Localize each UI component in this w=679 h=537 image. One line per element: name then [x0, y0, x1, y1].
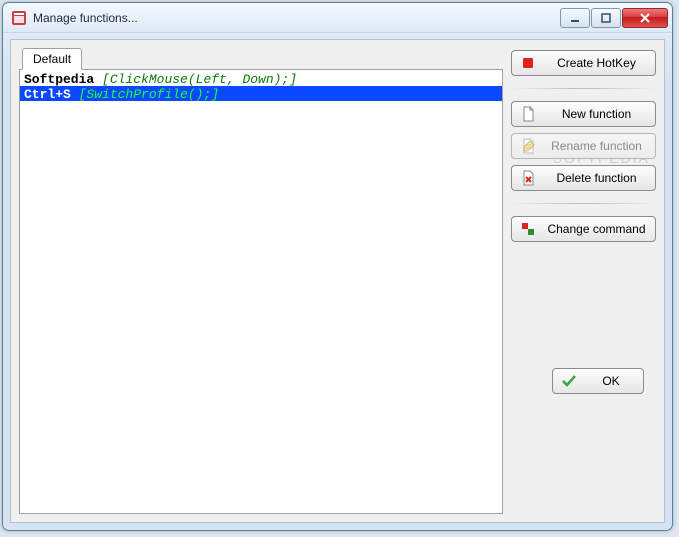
create-hotkey-button[interactable]: Create HotKey: [511, 50, 656, 76]
rename-function-button[interactable]: Rename function: [511, 133, 656, 159]
separator-1: [511, 88, 656, 89]
button-label: Create HotKey: [546, 56, 647, 70]
window-title: Manage functions...: [33, 11, 559, 25]
ok-button[interactable]: OK: [552, 368, 644, 394]
function-row[interactable]: Softpedia [ClickMouse(Left, Down);]: [20, 71, 502, 86]
application-icon: [11, 10, 27, 26]
minimize-button[interactable]: [560, 8, 590, 28]
left-pane: Default Softpedia [ClickMouse(Left, Down…: [19, 48, 503, 514]
delete-icon: [520, 170, 536, 186]
function-command: [ClickMouse(Left, Down);]: [102, 72, 297, 87]
new-file-icon: [520, 106, 536, 122]
change-command-icon: [520, 221, 536, 237]
tab-strip: Default: [19, 48, 503, 70]
change-command-button[interactable]: Change command: [511, 216, 656, 242]
button-label: Rename function: [546, 139, 647, 153]
window-frame: Manage functions... SOFTPEDIA Default: [2, 2, 673, 531]
new-function-button[interactable]: New function: [511, 101, 656, 127]
checkmark-icon: [561, 373, 577, 389]
function-command: [SwitchProfile();]: [79, 87, 219, 102]
delete-function-button[interactable]: Delete function: [511, 165, 656, 191]
window-buttons: [559, 8, 668, 28]
button-label: Delete function: [546, 171, 647, 185]
maximize-button[interactable]: [591, 8, 621, 28]
function-name: Softpedia: [24, 72, 94, 87]
separator-2: [511, 203, 656, 204]
rename-icon: [520, 138, 536, 154]
button-label: OK: [587, 374, 635, 388]
function-list[interactable]: Softpedia [ClickMouse(Left, Down);]Ctrl+…: [19, 69, 503, 514]
right-pane: Create HotKey New function: [511, 48, 656, 514]
tab-default[interactable]: Default: [22, 48, 82, 70]
tab-label: Default: [33, 52, 71, 66]
titlebar[interactable]: Manage functions...: [3, 3, 672, 33]
button-label: Change command: [546, 222, 647, 236]
stop-record-icon: [520, 55, 536, 71]
button-label: New function: [546, 107, 647, 121]
client-area: SOFTPEDIA Default Softpedia [ClickMouse(…: [10, 39, 665, 523]
close-button[interactable]: [622, 8, 668, 28]
function-row[interactable]: Ctrl+S [SwitchProfile();]: [20, 86, 502, 101]
function-name: Ctrl+S: [24, 87, 71, 102]
